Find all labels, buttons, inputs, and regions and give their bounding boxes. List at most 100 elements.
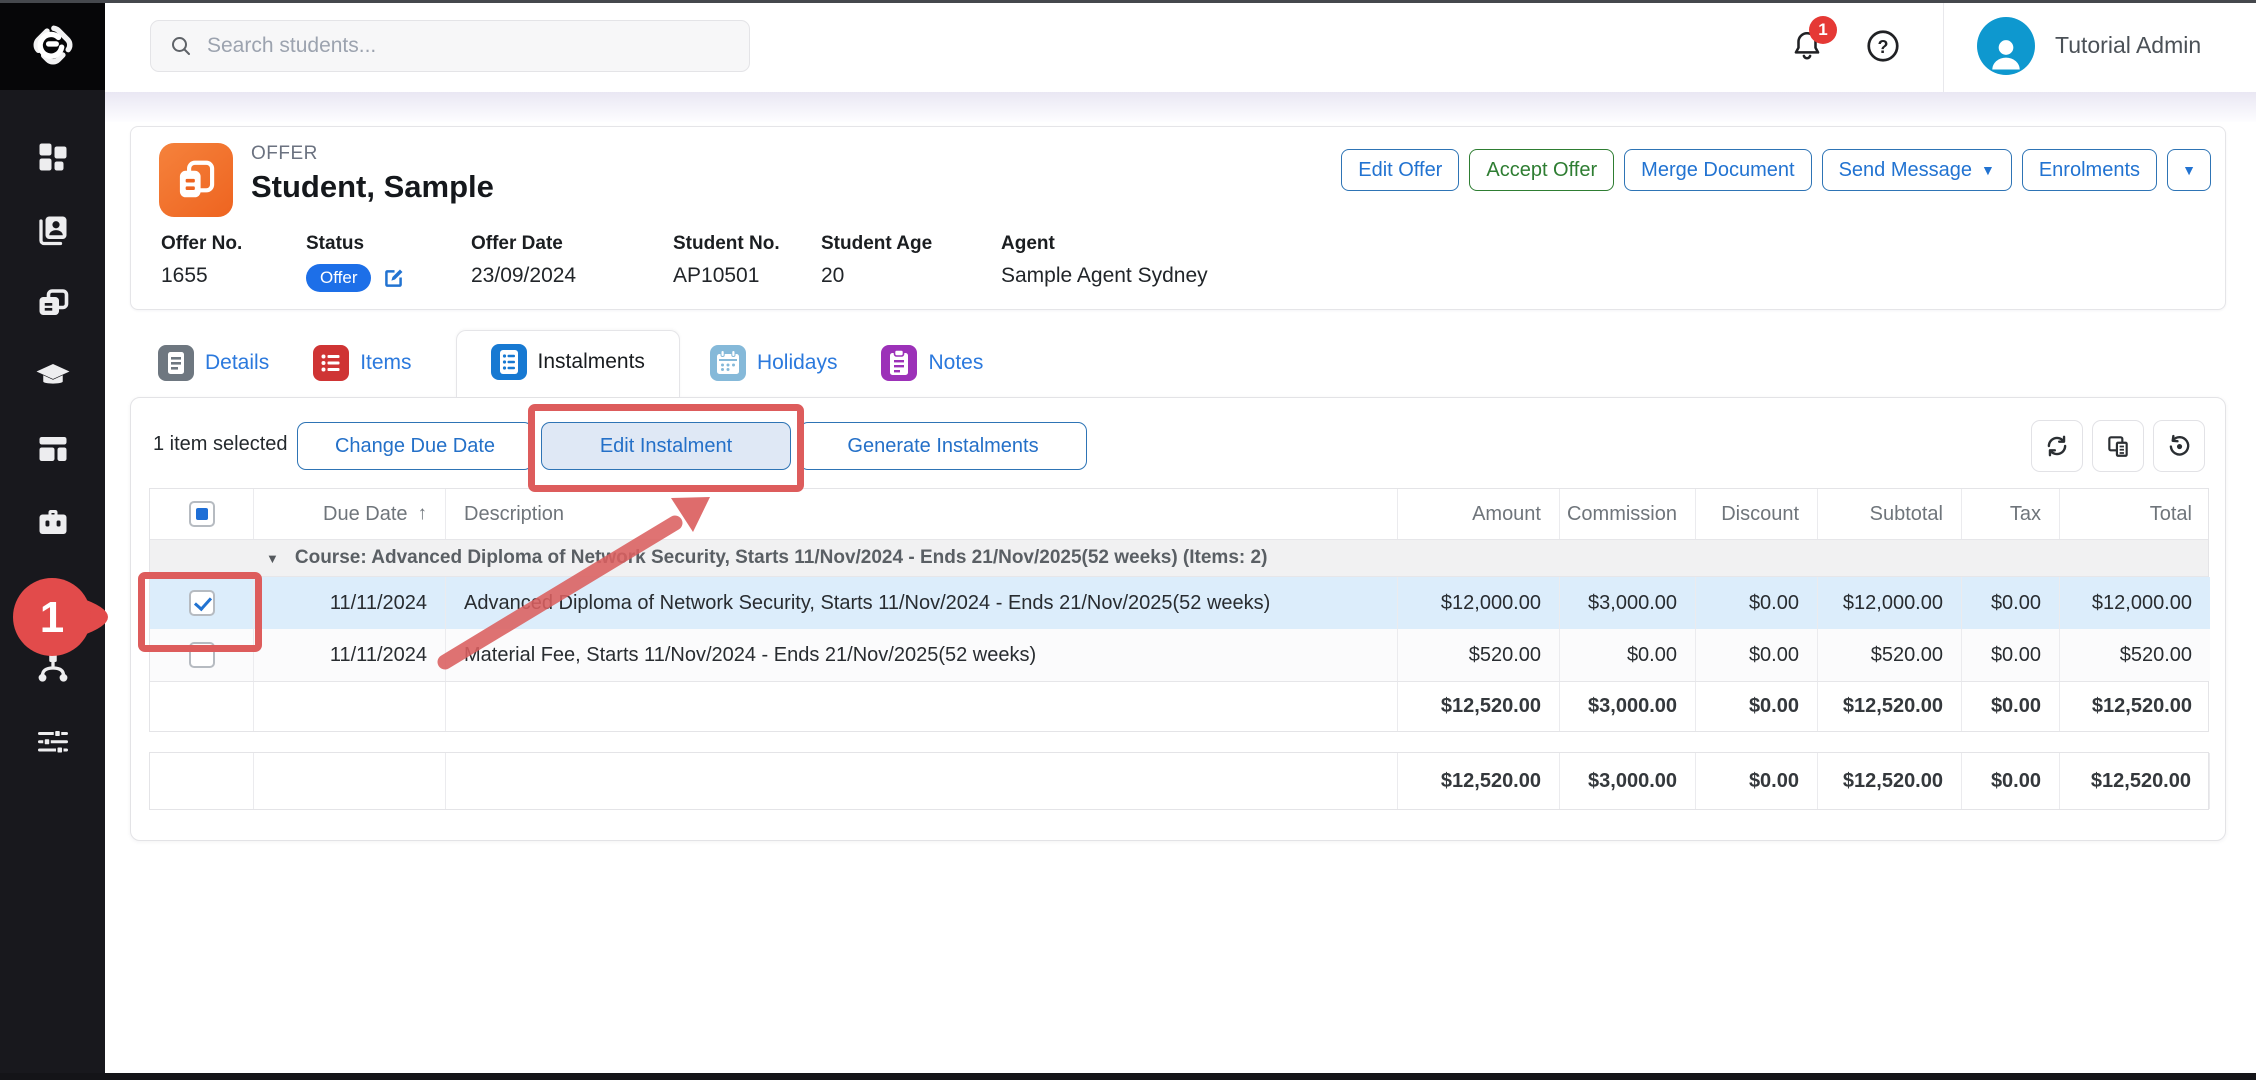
grand-totals-row: $12,520.00 $3,000.00 $0.00 $12,520.00 $0… bbox=[149, 752, 2209, 810]
field-offer-no: Offer No. 1655 bbox=[161, 233, 306, 292]
selection-count-text: 1 item selected bbox=[153, 433, 288, 456]
svg-text:?: ? bbox=[1878, 37, 1889, 57]
sidebar-item-dashboard[interactable] bbox=[0, 120, 105, 193]
instalments-toolbar: 1 item selected Change Due Date Edit Ins… bbox=[151, 420, 2205, 472]
sort-asc-icon: ↑ bbox=[418, 503, 428, 525]
tab-label: Holidays bbox=[757, 351, 838, 375]
sidebar-item-finance[interactable] bbox=[0, 558, 105, 631]
history-button[interactable] bbox=[2153, 420, 2205, 472]
table-action-icons bbox=[2031, 420, 2205, 472]
tab-label: Notes bbox=[928, 351, 983, 375]
row-amount: $520.00 bbox=[1398, 629, 1560, 681]
notifications-button[interactable]: 1 bbox=[1785, 24, 1829, 68]
sidebar-item-network[interactable] bbox=[0, 631, 105, 704]
column-label: Amount bbox=[1472, 503, 1541, 526]
header-commission[interactable]: Commission bbox=[1560, 489, 1696, 539]
field-value: 23/09/2024 bbox=[471, 264, 673, 288]
field-offer-date: Offer Date 23/09/2024 bbox=[471, 233, 673, 292]
header-amount[interactable]: Amount bbox=[1398, 489, 1560, 539]
field-label: Agent bbox=[1001, 233, 1301, 255]
settings-sliders-icon bbox=[35, 723, 71, 759]
tab-label: Items bbox=[360, 351, 411, 375]
field-value: 1655 bbox=[161, 264, 306, 288]
course-group-row[interactable]: ▼ Course: Advanced Diploma of Network Se… bbox=[150, 539, 2208, 577]
row-due-date: 11/11/2024 bbox=[254, 577, 446, 629]
edit-instalment-button[interactable]: Edit Instalment bbox=[541, 422, 791, 470]
row-checkbox[interactable] bbox=[189, 590, 215, 616]
notification-badge: 1 bbox=[1809, 16, 1837, 44]
window-top-edge bbox=[0, 0, 2256, 3]
status-badge[interactable]: Offer bbox=[306, 264, 371, 292]
search-box[interactable] bbox=[150, 20, 750, 72]
row-checkbox[interactable] bbox=[189, 642, 215, 668]
search-input[interactable] bbox=[207, 34, 707, 58]
row-discount: $0.00 bbox=[1696, 629, 1818, 681]
enrolments-button[interactable]: Enrolments bbox=[2022, 149, 2157, 191]
table-row[interactable]: 11/11/2024 Material Fee, Starts 11/Nov/2… bbox=[150, 629, 2208, 681]
header-due-date[interactable]: Due Date ↑ bbox=[254, 489, 446, 539]
agent-link[interactable]: Sample Agent Sydney bbox=[1001, 264, 1301, 288]
grand-total-amount: $12,520.00 bbox=[1398, 753, 1560, 809]
header-subtotal[interactable]: Subtotal bbox=[1818, 489, 1962, 539]
items-icon bbox=[313, 345, 349, 381]
tab-details[interactable]: Details bbox=[158, 345, 269, 397]
sidebar-item-toolbox[interactable] bbox=[0, 485, 105, 558]
merge-document-button[interactable]: Merge Document bbox=[1624, 149, 1811, 191]
chevron-down-icon: ▼ bbox=[2182, 162, 2196, 178]
header-description[interactable]: Description bbox=[446, 489, 1398, 539]
history-icon bbox=[2166, 433, 2192, 459]
refresh-button[interactable] bbox=[2031, 420, 2083, 472]
offer-type-icon bbox=[159, 143, 233, 217]
field-label: Student No. bbox=[673, 233, 821, 255]
edit-status-icon[interactable] bbox=[381, 266, 406, 291]
field-status: Status Offer bbox=[306, 233, 471, 292]
select-all-checkbox[interactable] bbox=[189, 501, 215, 527]
briefcase-icon bbox=[35, 504, 71, 540]
group-total-commission: $3,000.00 bbox=[1560, 682, 1696, 731]
sidebar-item-settings[interactable] bbox=[0, 704, 105, 777]
group-total-tax: $0.00 bbox=[1962, 682, 2060, 731]
header-total[interactable]: Total bbox=[2060, 489, 2210, 539]
user-name[interactable]: Tutorial Admin bbox=[2055, 32, 2201, 59]
send-message-label: Send Message bbox=[1839, 159, 1972, 182]
row-amount: $12,000.00 bbox=[1398, 577, 1560, 629]
search-icon bbox=[169, 34, 193, 58]
column-label: Tax bbox=[2010, 503, 2041, 526]
tab-items[interactable]: Items bbox=[313, 345, 411, 397]
sidebar-item-courses[interactable] bbox=[0, 339, 105, 412]
change-due-date-button[interactable]: Change Due Date bbox=[297, 422, 533, 470]
merge-document-label: Merge Document bbox=[1641, 159, 1794, 182]
details-icon bbox=[158, 345, 194, 381]
table-row[interactable]: 11/11/2024 Advanced Diploma of Network S… bbox=[150, 577, 2208, 629]
send-message-button[interactable]: Send Message▼ bbox=[1822, 149, 2012, 191]
edit-offer-button[interactable]: Edit Offer bbox=[1341, 149, 1459, 191]
sidebar-item-students[interactable] bbox=[0, 193, 105, 266]
offer-card: OFFER Student, Sample Edit Offer Accept … bbox=[130, 126, 2226, 310]
grand-total-subtotal: $12,520.00 bbox=[1818, 753, 1962, 809]
tab-notes[interactable]: Notes bbox=[881, 345, 983, 397]
row-description: Advanced Diploma of Network Security, St… bbox=[446, 577, 1398, 629]
offers-icon bbox=[35, 285, 71, 321]
header-discount[interactable]: Discount bbox=[1696, 489, 1818, 539]
collapse-triangle-icon[interactable]: ▼ bbox=[266, 551, 279, 566]
tab-holidays[interactable]: Holidays bbox=[710, 345, 838, 397]
field-agent: Agent Sample Agent Sydney bbox=[1001, 233, 1301, 292]
help-button[interactable]: ? bbox=[1861, 24, 1905, 68]
offer-type-label: OFFER bbox=[251, 143, 318, 165]
avatar[interactable] bbox=[1977, 17, 2035, 75]
generate-instalments-button[interactable]: Generate Instalments bbox=[799, 422, 1087, 470]
more-actions-button[interactable]: ▼ bbox=[2167, 149, 2211, 191]
course-group-label: Course: Advanced Diploma of Network Secu… bbox=[295, 547, 1268, 569]
accept-offer-label: Accept Offer bbox=[1486, 159, 1597, 182]
finance-icon bbox=[35, 577, 71, 613]
copy-button[interactable] bbox=[2092, 420, 2144, 472]
sidebar-item-offers[interactable] bbox=[0, 266, 105, 339]
sidebar-item-timetable[interactable] bbox=[0, 412, 105, 485]
student-no-link[interactable]: AP10501 bbox=[673, 264, 821, 288]
tab-instalments[interactable]: Instalments bbox=[456, 330, 680, 397]
header-tax[interactable]: Tax bbox=[1962, 489, 2060, 539]
app-logo[interactable] bbox=[0, 0, 105, 90]
group-totals-row: $12,520.00 $3,000.00 $0.00 $12,520.00 $0… bbox=[150, 681, 2208, 731]
column-label: Subtotal bbox=[1870, 503, 1943, 526]
accept-offer-button[interactable]: Accept Offer bbox=[1469, 149, 1614, 191]
